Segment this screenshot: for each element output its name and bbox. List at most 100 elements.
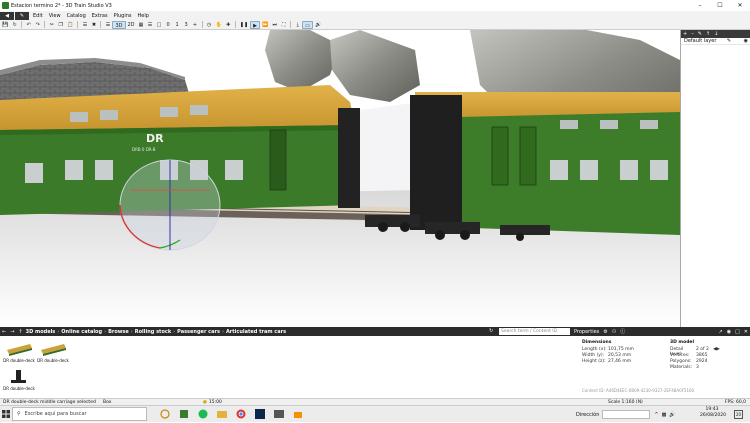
plus-icon[interactable]: + xyxy=(191,21,200,29)
breadcrumb-3d-models[interactable]: 3D models xyxy=(26,329,56,335)
catalog-item[interactable]: DR double-deck xyxy=(2,368,36,394)
breadcrumb-passenger-cars[interactable]: Passenger cars xyxy=(177,329,220,335)
3d-scene[interactable]: DR DRB 0 DR-B xyxy=(0,30,680,327)
spotify-icon[interactable] xyxy=(195,407,211,421)
train-studio-app-icon[interactable] xyxy=(176,407,192,421)
monitor-icon[interactable]: ▭ xyxy=(302,20,313,29)
close-button[interactable]: ✕ xyxy=(730,0,750,11)
save-icon[interactable]: 💾 xyxy=(0,21,10,29)
minimize-button[interactable]: – xyxy=(690,0,710,11)
breadcrumb-browse[interactable]: Browse xyxy=(108,329,129,335)
play-icon[interactable]: ▶ xyxy=(250,20,261,29)
move-icon[interactable]: ✚ xyxy=(224,21,233,29)
pencil-icon[interactable]: ✎ xyxy=(15,11,29,20)
view-3d-button[interactable]: 3D xyxy=(112,20,126,29)
menu-help[interactable]: Help xyxy=(138,13,149,19)
car-window xyxy=(70,112,88,122)
detail-stepper[interactable]: ◀▶ xyxy=(713,347,720,353)
properties-tab[interactable]: Properties xyxy=(574,329,599,335)
counter-b[interactable]: 1 xyxy=(173,21,182,29)
grid-icon[interactable]: ▦ xyxy=(137,21,146,29)
lock-icon[interactable]: □ xyxy=(155,21,164,29)
tray-chevron-icon[interactable]: ^ xyxy=(654,412,658,418)
back-button[interactable]: ◀ xyxy=(0,11,14,20)
link-icon[interactable]: ↗ xyxy=(718,329,722,335)
volume-icon[interactable]: 🔊 xyxy=(669,412,675,418)
catalog-status-bar: DR double-deck middle carriage selected … xyxy=(0,398,572,405)
close-icon[interactable]: ✕ xyxy=(744,329,748,335)
menu-view[interactable]: View xyxy=(49,13,61,19)
file-explorer-icon[interactable] xyxy=(214,407,230,421)
clock-icon[interactable]: ◷ xyxy=(205,21,214,29)
counter-a[interactable]: 0 xyxy=(164,21,173,29)
materials-value: 3 xyxy=(696,365,699,370)
car-logo-sub: DRB 0 DR-B xyxy=(132,147,156,152)
up-icon[interactable]: ↑ xyxy=(18,329,22,335)
gear-icon[interactable]: ⚙ xyxy=(603,329,607,335)
taskbar-search-input[interactable]: ⚲ Escribe aquí para buscar xyxy=(12,407,147,421)
properties-panel: Dimensions Length (x): 101,75 mm Width (y… xyxy=(572,336,750,398)
reload-icon[interactable]: ↻ xyxy=(10,21,19,29)
lock-icon[interactable]: □ xyxy=(735,329,740,335)
remove-layer-button[interactable]: – xyxy=(691,31,694,37)
menu-icon[interactable]: ☰ xyxy=(103,21,112,29)
pencil-icon[interactable]: ✎ xyxy=(727,38,731,44)
notification-count[interactable]: 20 xyxy=(734,410,743,419)
menu-extras[interactable]: Extras xyxy=(92,13,108,19)
store-icon[interactable] xyxy=(290,407,306,421)
breadcrumb-rolling-stock[interactable]: Rolling stock xyxy=(135,329,171,335)
delete-icon[interactable]: ✖ xyxy=(89,21,98,29)
fast-forward-icon[interactable]: ⏩ xyxy=(260,21,270,29)
sun-icon: ● xyxy=(203,399,207,405)
eye-icon[interactable]: ◉ xyxy=(744,38,748,44)
menu-edit[interactable]: Edit xyxy=(33,13,43,19)
catalog-item[interactable]: DR double-deck xyxy=(36,340,70,366)
pause-icon[interactable]: ❚❚ xyxy=(238,21,250,29)
list-icon[interactable]: ☰ xyxy=(80,21,89,29)
model-section: 3D model Detail level: 2 of 2 ◀▶ Vertices:… xyxy=(670,340,720,371)
redo-icon[interactable]: ↷ xyxy=(33,21,42,29)
media-player-icon[interactable] xyxy=(271,407,287,421)
menu-catalog[interactable]: Catalog xyxy=(67,13,86,19)
counter-c[interactable]: 3 xyxy=(182,21,191,29)
photoshop-icon[interactable] xyxy=(252,407,268,421)
person-icon[interactable]: ⚇ xyxy=(612,329,616,335)
menu-plugins[interactable]: Plugins xyxy=(114,13,132,19)
start-button[interactable] xyxy=(0,406,12,423)
fullscreen-icon[interactable]: ⛶ xyxy=(279,21,288,29)
breadcrumb-articulated-tram-cars[interactable]: Articulated tram cars xyxy=(226,329,286,335)
skip-icon[interactable]: ⏭ xyxy=(270,21,279,29)
rename-layer-icon[interactable]: ✎ xyxy=(698,31,702,37)
layers-icon[interactable]: ☰ xyxy=(146,21,155,29)
3d-viewport[interactable]: DR DRB 0 DR-B xyxy=(0,30,680,327)
move-down-icon[interactable]: ↓ xyxy=(714,31,718,37)
add-layer-button[interactable]: + xyxy=(683,31,687,37)
download-icon[interactable]: ⤓ xyxy=(293,21,302,29)
cut-icon[interactable]: ✂ xyxy=(47,21,56,29)
catalog-item-label: DR double-deck xyxy=(3,386,35,391)
eye-icon[interactable]: ◉ xyxy=(727,329,731,335)
copy-icon[interactable]: ❐ xyxy=(56,21,65,29)
back-icon[interactable]: ← xyxy=(2,329,6,335)
breadcrumb-online-catalog[interactable]: Online catalog xyxy=(61,329,102,335)
chrome-icon[interactable] xyxy=(233,407,249,421)
forward-icon[interactable]: → xyxy=(10,329,14,335)
layer-row[interactable]: Default layer ✎ ◉ xyxy=(681,38,750,45)
maximize-button[interactable]: ☐ xyxy=(710,0,730,11)
taskbar-clock[interactable]: 19:43 26/08/2020 xyxy=(700,407,726,419)
refresh-icon[interactable]: ↻ xyxy=(489,327,493,336)
speaker-icon[interactable]: 🔊 xyxy=(313,21,323,29)
toolbar-divider xyxy=(234,21,236,28)
move-up-icon[interactable]: ↑ xyxy=(706,31,710,37)
undo-icon[interactable]: ↶ xyxy=(24,21,33,29)
view-2d-button[interactable]: 2D xyxy=(126,21,137,29)
direction-input[interactable] xyxy=(602,410,651,419)
paste-icon[interactable]: 📋 xyxy=(65,21,75,29)
catalog-item[interactable]: DR double-deck xyxy=(2,340,36,366)
hand-icon[interactable]: ✋ xyxy=(214,21,224,29)
car-window xyxy=(580,160,598,180)
catalog-search-input[interactable]: Search term / Content ID xyxy=(499,328,570,335)
network-icon[interactable]: ▩ xyxy=(662,412,667,418)
task-view-icon[interactable] xyxy=(157,407,173,421)
info-icon[interactable]: ⓘ xyxy=(620,328,625,335)
